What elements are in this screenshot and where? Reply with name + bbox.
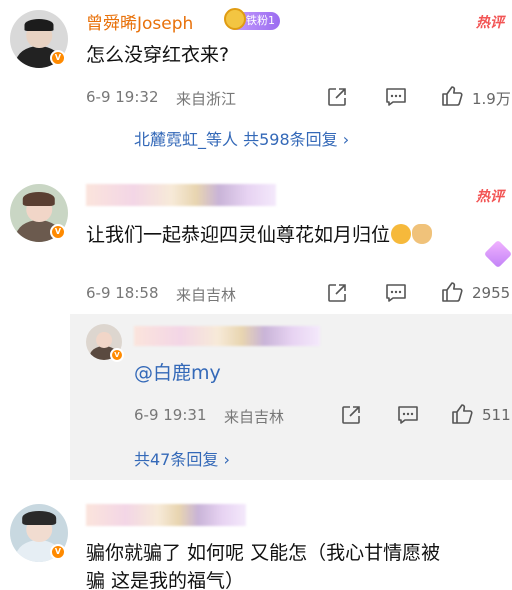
share-icon[interactable] xyxy=(326,86,348,108)
view-replies-link[interactable]: 共47条回复 › xyxy=(134,446,230,470)
reply-time: 6-9 19:31 xyxy=(134,406,207,424)
comment-location: 来自吉林 xyxy=(176,286,237,304)
comment-text: 让我们一起恭迎四灵仙尊花如月归位 xyxy=(86,220,433,250)
fan-badge: 铁粉1 xyxy=(224,8,280,30)
comment-2: V 热评 让我们一起恭迎四灵仙尊花如月归位 6-9 18:58 来自吉林 295… xyxy=(0,170,512,480)
reply-text[interactable]: @白鹿my xyxy=(134,358,221,388)
comment-3: V 骗你就骗了 如何呢 又能怎（我心甘情愿被 骗 这是我的福气） xyxy=(0,490,512,590)
comment-1: V 曾舜晞Joseph 铁粉1 热评 怎么没穿红衣来? 6-9 19:32 来自… xyxy=(0,0,512,160)
v-badge-icon: V xyxy=(50,50,66,66)
v-badge-icon: V xyxy=(50,224,66,240)
emoji-icon xyxy=(412,224,433,244)
share-icon[interactable] xyxy=(340,404,362,426)
like-count: 511 xyxy=(482,406,511,424)
comment-time: 6-9 18:58 xyxy=(86,284,159,302)
like-icon[interactable] xyxy=(450,402,474,426)
blurred-user-name[interactable] xyxy=(86,184,276,206)
reply-box: V @白鹿my 6-9 19:31 来自吉林 511 共47条回复 › xyxy=(70,314,512,480)
hot-comment-label: 热评 xyxy=(476,189,504,205)
view-replies-link[interactable]: 北麓霓虹_等人 共598条回复 › xyxy=(134,126,349,150)
comment-text-line-1: 骗你就骗了 如何呢 又能怎（我心甘情愿被 xyxy=(86,542,441,564)
comment-location: 来自浙江 xyxy=(176,90,237,108)
emoji-icon xyxy=(391,224,412,244)
comment-text: 怎么没穿红衣来? xyxy=(86,44,230,66)
blurred-user-name[interactable] xyxy=(134,326,320,346)
heart-sticker-icon xyxy=(483,239,512,269)
user-name[interactable]: 曾舜晞Joseph xyxy=(86,9,193,34)
comment-time: 6-9 19:32 xyxy=(86,88,159,106)
fan-medal-icon xyxy=(224,8,246,30)
v-badge-icon: V xyxy=(110,348,124,362)
comment-icon[interactable] xyxy=(396,404,420,426)
reply-location: 来自吉林 xyxy=(224,408,285,426)
blurred-user-name[interactable] xyxy=(86,504,246,526)
comment-text-line-2: 骗 这是我的福气） xyxy=(86,570,245,590)
comment-icon[interactable] xyxy=(384,282,408,304)
like-icon[interactable] xyxy=(440,280,464,304)
like-count: 1.9万 xyxy=(472,90,511,108)
v-badge-icon: V xyxy=(50,544,66,560)
like-count: 2955 xyxy=(472,284,511,302)
like-icon[interactable] xyxy=(440,84,464,108)
comment-icon[interactable] xyxy=(384,86,408,108)
share-icon[interactable] xyxy=(326,282,348,304)
hot-comment-label: 热评 xyxy=(476,15,504,31)
